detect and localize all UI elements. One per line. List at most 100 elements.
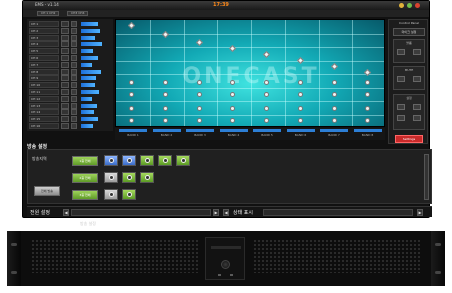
- eq-point[interactable]: [297, 118, 303, 123]
- channel-row[interactable]: CH 12: [27, 95, 113, 102]
- minimize-icon[interactable]: [399, 3, 404, 8]
- eq-point[interactable]: [331, 80, 337, 85]
- eq-point[interactable]: [264, 106, 269, 111]
- eq-point[interactable]: [264, 118, 269, 123]
- speaker-button[interactable]: [104, 172, 118, 183]
- channel-row[interactable]: CH 3: [27, 34, 113, 41]
- power-button[interactable]: [221, 260, 230, 269]
- eq-point[interactable]: [196, 80, 202, 85]
- channel-select[interactable]: [61, 55, 69, 61]
- settings-alert-button[interactable]: Settings: [395, 135, 423, 143]
- tab-ch3-ch4[interactable]: CH3 CH4: [67, 11, 89, 16]
- band-fader[interactable]: BAND 2: [152, 129, 181, 139]
- prev-arrow-icon[interactable]: ◀: [63, 209, 69, 216]
- channel-row[interactable]: CH 5: [27, 48, 113, 55]
- eq-point[interactable]: [365, 118, 371, 123]
- channel-select[interactable]: [61, 21, 69, 27]
- channel-toggle[interactable]: [71, 27, 77, 34]
- eq-point[interactable]: [365, 106, 371, 111]
- speaker-button[interactable]: [122, 189, 136, 200]
- band-fader[interactable]: BAND 5: [253, 129, 281, 139]
- channel-row[interactable]: CH 8: [27, 68, 113, 75]
- band-fader[interactable]: BAND 7: [320, 129, 348, 139]
- channel-toggle[interactable]: [71, 75, 77, 82]
- channel-toggle[interactable]: [71, 102, 77, 109]
- speaker-button[interactable]: [158, 155, 172, 166]
- mic-settings-button[interactable]: 마이크 설정: [393, 28, 425, 36]
- channel-row[interactable]: CH 9: [27, 75, 113, 82]
- settings-a-button[interactable]: [397, 104, 405, 110]
- eq-point[interactable]: [365, 92, 371, 97]
- eq-node[interactable]: [161, 30, 169, 39]
- eq-point[interactable]: [365, 80, 371, 85]
- eq-point[interactable]: [129, 92, 134, 97]
- channel-toggle[interactable]: [71, 21, 77, 27]
- band-fader[interactable]: BAND 1: [119, 129, 147, 139]
- mute-right-button[interactable]: [413, 76, 421, 82]
- channel-toggle[interactable]: [71, 61, 77, 68]
- maximize-icon[interactable]: [407, 3, 412, 8]
- channel-row[interactable]: CH 15: [27, 116, 113, 123]
- eq-point[interactable]: [196, 92, 202, 97]
- eq-point[interactable]: [297, 106, 303, 111]
- channel-select[interactable]: [61, 95, 69, 102]
- settings-b-button[interactable]: [413, 104, 421, 110]
- settings-c-button[interactable]: [397, 115, 405, 121]
- speaker-button[interactable]: [140, 155, 154, 166]
- eq-point[interactable]: [264, 80, 269, 85]
- channel-toggle[interactable]: [71, 123, 77, 129]
- channel-row[interactable]: CH 2: [27, 27, 113, 34]
- channel-select[interactable]: [61, 109, 69, 116]
- eq-point[interactable]: [297, 80, 303, 85]
- channel-row[interactable]: CH 14: [27, 109, 113, 116]
- channel-row[interactable]: CH 16: [27, 123, 113, 129]
- channel-toggle[interactable]: [71, 34, 77, 41]
- channel-row[interactable]: CH 13: [27, 102, 113, 109]
- volume-up-button[interactable]: [397, 49, 405, 55]
- channel-row[interactable]: CH 6: [27, 55, 113, 61]
- channel-select[interactable]: [61, 89, 69, 95]
- band-fader[interactable]: BAND 3: [186, 129, 214, 139]
- speaker-button[interactable]: [122, 155, 136, 166]
- eq-point[interactable]: [230, 106, 236, 111]
- channel-select[interactable]: [61, 102, 69, 109]
- close-icon[interactable]: [415, 3, 420, 8]
- eq-point[interactable]: [331, 92, 337, 97]
- broadcast-field[interactable]: 방송 설정: [71, 209, 211, 226]
- channel-select[interactable]: [61, 27, 69, 34]
- zone-row-button-1[interactable]: 1층 전체: [72, 156, 98, 166]
- channel-toggle[interactable]: [71, 48, 77, 55]
- speaker-button[interactable]: [140, 172, 154, 183]
- eq-node[interactable]: [127, 21, 136, 30]
- eq-point[interactable]: [129, 106, 134, 111]
- channel-toggle[interactable]: [71, 68, 77, 75]
- channel-select[interactable]: [61, 48, 69, 55]
- channel-select[interactable]: [61, 82, 69, 89]
- channel-select[interactable]: [61, 61, 69, 68]
- tab-ch1-ch2[interactable]: CH 1 CH2: [37, 11, 60, 16]
- band-fader[interactable]: BAND 6: [286, 129, 315, 139]
- speaker-button[interactable]: [176, 155, 190, 166]
- next-arrow-icon-2[interactable]: ▶: [417, 209, 423, 216]
- eq-node[interactable]: [296, 56, 304, 65]
- eq-node[interactable]: [195, 38, 203, 47]
- channel-row[interactable]: CH 11: [27, 89, 113, 95]
- eq-node[interactable]: [262, 50, 271, 59]
- band-fader[interactable]: BAND 8: [353, 129, 382, 139]
- zone-button-side[interactable]: 전체 방송: [34, 186, 60, 196]
- eq-point[interactable]: [196, 118, 202, 123]
- channel-row[interactable]: CH 7: [27, 61, 113, 68]
- eq-point[interactable]: [162, 118, 168, 123]
- channel-row[interactable]: CH 4: [27, 41, 113, 48]
- eq-point[interactable]: [331, 106, 337, 111]
- eq-graph[interactable]: ONECAST: [115, 19, 385, 127]
- eq-point[interactable]: [129, 118, 134, 123]
- speaker-button[interactable]: [104, 189, 118, 200]
- zone-row-button-2[interactable]: 2층 전체: [72, 173, 98, 183]
- volume-down-button[interactable]: [413, 49, 421, 55]
- eq-point[interactable]: [162, 92, 168, 97]
- eq-point[interactable]: [230, 118, 236, 123]
- eq-point[interactable]: [331, 118, 337, 123]
- channel-select[interactable]: [61, 75, 69, 82]
- eq-point[interactable]: [297, 92, 303, 97]
